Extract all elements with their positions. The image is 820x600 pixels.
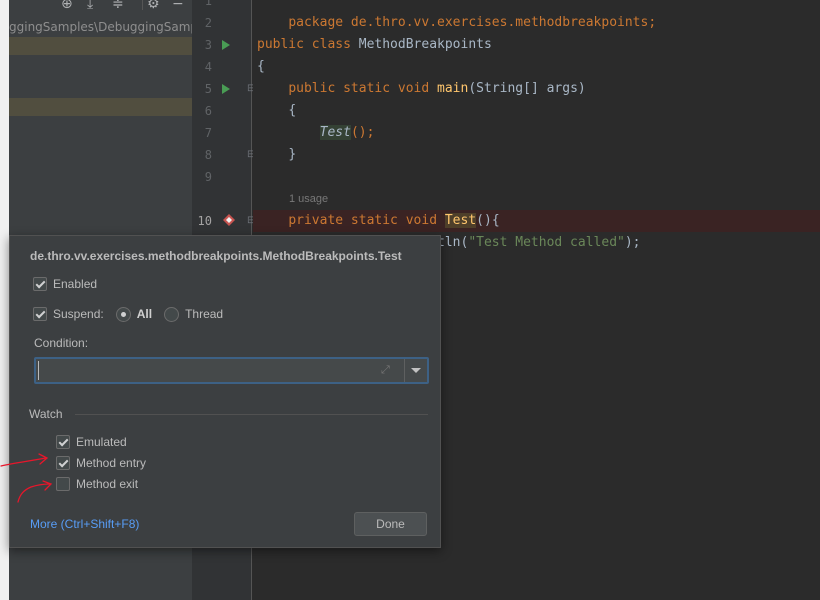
arrow-to-method-entry [0,457,47,467]
arrow-head [42,480,53,491]
arrow-to-method-exit [17,483,51,503]
annotation-arrows [0,453,53,503]
